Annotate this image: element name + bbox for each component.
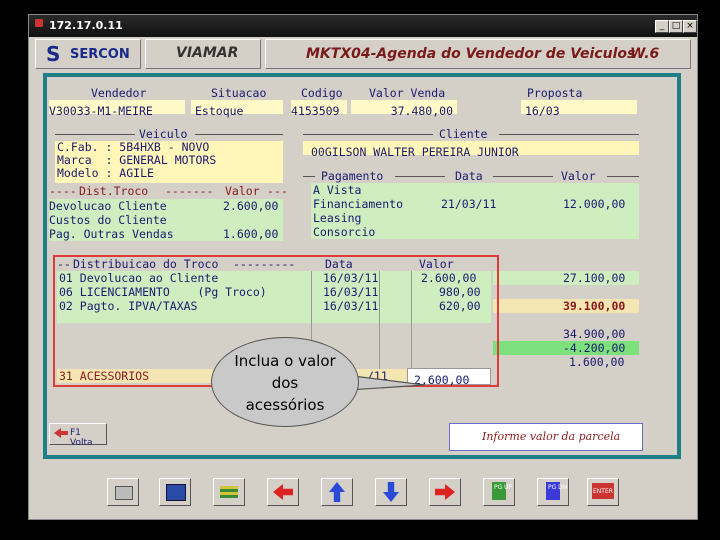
arrow-right-icon (435, 484, 455, 500)
valor-venda-field[interactable]: 37.480,00 (351, 100, 457, 118)
cliente-field[interactable]: 00GILSON WALTER PEREIRA JUNIOR (303, 141, 639, 159)
distribuicao-row-0-desc: 01 Devolucao ao Cliente (59, 271, 219, 285)
total-3: -4.200,00 (563, 341, 626, 355)
page-down-button[interactable]: PG DN (537, 478, 569, 506)
distribuicao-valor-header: Valor (419, 257, 454, 271)
screen-title-box: MKTX04-Agenda do Vendedor de Veiculos W.… (265, 39, 691, 69)
calculator-icon (166, 484, 186, 501)
company-box: S SERCON (35, 39, 141, 69)
page-up-button[interactable]: PG UP (483, 478, 515, 506)
close-button[interactable]: × (683, 20, 697, 33)
distribuicao-row-1-data[interactable]: 16/03/11 (323, 286, 378, 299)
calculator-button[interactable] (159, 478, 191, 506)
title-bar: 172.17.0.11 _ □ × (29, 15, 697, 37)
down-button[interactable] (375, 478, 407, 506)
minimize-button[interactable]: _ (655, 20, 669, 33)
up-button[interactable] (321, 478, 353, 506)
arrow-down-icon (383, 482, 399, 502)
left-button[interactable] (267, 478, 299, 506)
vendedor-field[interactable]: V30033-M1-MEIRE (49, 100, 185, 118)
dist-troco-title: Dist.Troco (79, 184, 149, 198)
pagamento-header: Pagamento (321, 169, 384, 183)
arrow-left-icon (273, 484, 293, 500)
back-arrow-icon (54, 428, 68, 438)
distribuicao-title: Distribuicao do Troco (73, 257, 219, 271)
distribuicao-row-2-valor[interactable]: 620,00 (439, 300, 481, 313)
label-valor-venda: Valor Venda (369, 86, 446, 100)
app-window: 172.17.0.11 _ □ × S SERCON VIAMAR MKTX04… (28, 14, 698, 520)
total-1: 39.100,00 (563, 299, 626, 313)
screen-title: MKTX04-Agenda do Vendedor de Veiculos (306, 46, 636, 62)
cliente-title: Cliente (439, 127, 488, 141)
version-label: W.6 (630, 46, 660, 62)
dist-troco-value-0[interactable]: 2.600,00 (223, 200, 278, 213)
pagamento-row-3: Consorcio (313, 225, 376, 239)
list-icon (220, 486, 238, 498)
main-panel: Vendedor Situacao Codigo Valor Venda Pro… (43, 73, 681, 459)
distribuicao-row-1-desc: 06 LICENCIAMENTO (Pg Troco) (59, 285, 267, 299)
module-name: VIAMAR (176, 45, 239, 61)
valor-header: Valor (561, 169, 596, 183)
message-box: Informe valor da parcela (449, 423, 643, 451)
dist-troco-label-0: Devolucao Cliente (49, 199, 167, 213)
proposta-field[interactable]: 16/03 (521, 100, 637, 118)
printer-icon (115, 486, 133, 500)
maximize-button[interactable]: □ (669, 20, 683, 33)
situacao-field[interactable]: Estoque (191, 100, 283, 118)
sercon-logo-icon: S (46, 42, 61, 66)
distribuicao-row-0-data[interactable]: 16/03/11 (323, 272, 378, 285)
pagamento-row-1-data[interactable]: 21/03/11 (441, 198, 496, 211)
label-situacao: Situacao (211, 86, 267, 100)
veiculo-modelo: Modelo : AGILE (57, 166, 154, 180)
data-header: Data (455, 169, 483, 183)
pagamento-row-1-valor[interactable]: 12.000,00 (563, 198, 625, 211)
distribuicao-row-1-valor[interactable]: 980,00 (439, 286, 481, 299)
label-vendedor: Vendedor (91, 86, 147, 100)
print-button[interactable] (107, 478, 139, 506)
total-0: 27.100,00 (563, 271, 626, 285)
pagamento-row-2: Leasing (313, 211, 362, 225)
distribuicao-row-2-desc: 02 Pagto. IPVA/TAXAS (59, 299, 198, 313)
callout-bubble: Inclua o valor dos acessórios (211, 337, 359, 427)
distribuicao-data-header: Data (325, 257, 353, 271)
pagamento-row-1: Financiamento (313, 197, 404, 211)
distribuicao-row-0-valor[interactable]: 2.600,00 (421, 272, 476, 285)
codigo-field[interactable]: 4153509 (291, 100, 347, 118)
veiculo-box: C.Fab. : 5B4HXB - NOVO Marca : GENERAL M… (55, 141, 283, 183)
callout-text: Inclua o valor dos acessórios (234, 352, 336, 414)
distribuicao-row-2-data[interactable]: 16/03/11 (323, 300, 378, 313)
pagamento-row-0: A Vista (313, 183, 362, 197)
enter-button[interactable]: ENTER (587, 478, 619, 506)
module-box: VIAMAR (145, 39, 261, 69)
dist-troco-valor-label: Valor (225, 184, 260, 198)
company-name: SERCON (70, 47, 130, 62)
total-2: 34.900,00 (563, 327, 626, 341)
app-icon (35, 19, 43, 27)
window-title: 172.17.0.11 (49, 19, 123, 32)
f1-volta-button[interactable]: F1 Volta (49, 423, 107, 448)
list-button[interactable] (213, 478, 245, 506)
label-proposta: Proposta (527, 86, 583, 100)
arrow-up-icon (329, 482, 345, 502)
form-area: Vendedor Situacao Codigo Valor Venda Pro… (47, 77, 677, 455)
right-button[interactable] (429, 478, 461, 506)
label-codigo: Codigo (301, 86, 343, 100)
dist-troco-label-2: Pag. Outras Vendas (49, 227, 174, 241)
distribuicao-input-desc: 31 ACESSORIOS (59, 369, 150, 383)
message-text: Informe valor da parcela (482, 430, 621, 443)
total-4: 1.600,00 (569, 355, 625, 369)
dist-troco-label-1: Custos do Cliente (49, 213, 167, 227)
dist-troco-value-2[interactable]: 1.600,00 (223, 228, 278, 241)
